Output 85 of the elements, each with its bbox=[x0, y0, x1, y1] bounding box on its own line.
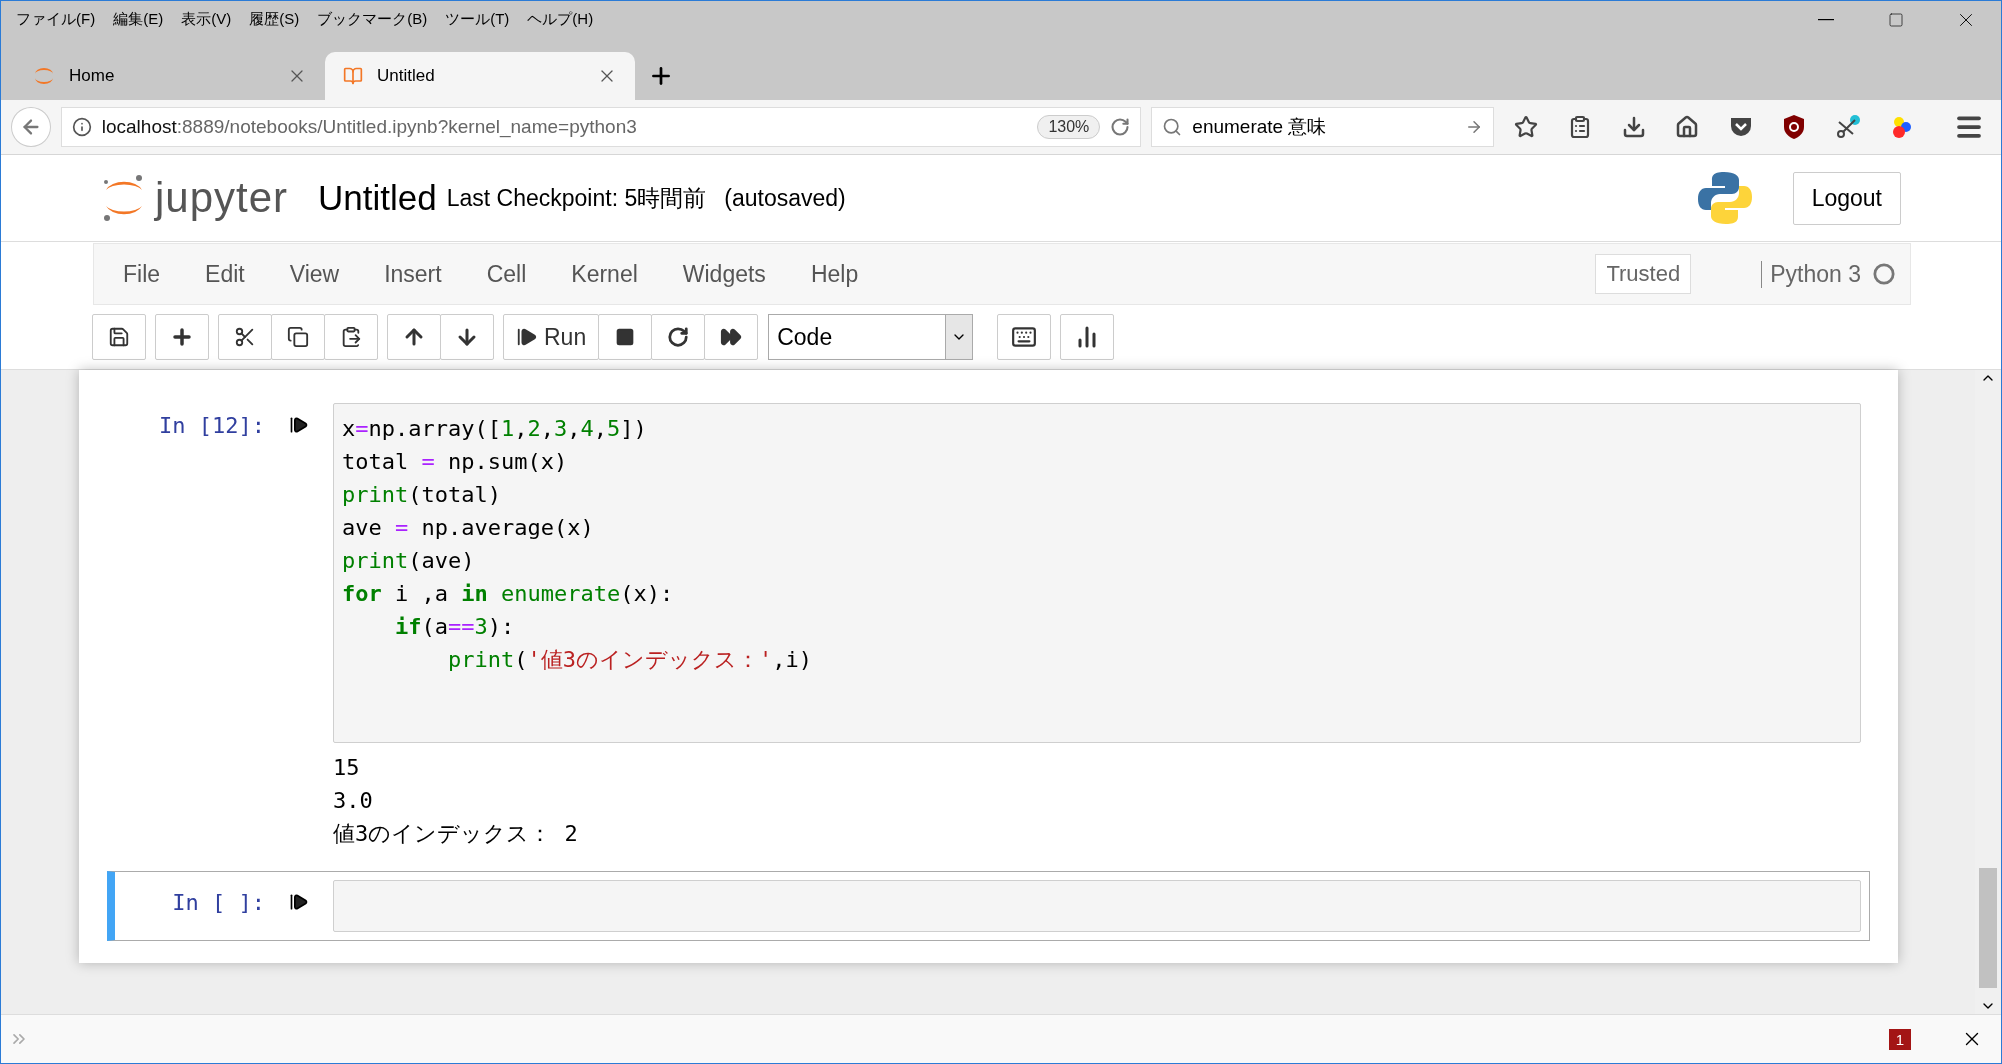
browser-tab[interactable]: Untitled bbox=[325, 52, 635, 100]
url-field[interactable]: localhost:8889/notebooks/Untitled.ipynb?kernel_name=python3 130% bbox=[60, 107, 1142, 147]
kernel-status-icon bbox=[1873, 263, 1895, 285]
menu-item[interactable]: ツール(T) bbox=[436, 10, 519, 29]
code-input[interactable] bbox=[333, 880, 1861, 932]
restart-button[interactable] bbox=[651, 314, 706, 360]
notebook-cell[interactable]: In [ ]: bbox=[107, 871, 1870, 941]
output-line: 値3のインデックス： 2 bbox=[333, 820, 579, 848]
scissors-icon bbox=[234, 326, 256, 348]
output-line: 3.0 bbox=[333, 787, 374, 815]
menu-item[interactable]: 履歴(S) bbox=[240, 10, 309, 29]
paste-icon bbox=[340, 326, 362, 348]
checkpoint-text: Last Checkpoint: 5時間前 bbox=[446, 183, 707, 213]
save-button[interactable] bbox=[92, 314, 146, 360]
logout-button[interactable]: Logout bbox=[1792, 171, 1901, 225]
restart-icon bbox=[667, 326, 690, 348]
run-cell-icon[interactable] bbox=[289, 415, 309, 435]
input-prompt: In [12]: bbox=[158, 412, 265, 438]
keyboard-icon bbox=[1011, 324, 1038, 350]
stop-button[interactable] bbox=[598, 314, 653, 360]
copy-icon bbox=[287, 326, 309, 348]
notebook-menu-item[interactable]: File bbox=[109, 260, 175, 288]
scroll-thumb[interactable] bbox=[1979, 868, 1997, 988]
autosave-text: (autosaved) bbox=[724, 184, 846, 212]
cut-button[interactable] bbox=[218, 314, 272, 360]
notebook-menu-item[interactable]: Insert bbox=[370, 260, 456, 288]
kernel-name[interactable]: Python 3 bbox=[1761, 260, 1861, 288]
tab-title: Untitled bbox=[377, 66, 436, 86]
notification-badge[interactable]: 1 bbox=[1888, 1028, 1911, 1050]
search-field[interactable]: enumerate 意味 bbox=[1151, 107, 1495, 147]
book-icon bbox=[343, 66, 363, 86]
code-input[interactable]: x=np.array([1,2,3,4,5]) total = np.sum(x) print(total) ave = np.average(x) print(ave) for i ,a in enumerate(x): if(a==3): print('値3のインデックス：',i) bbox=[333, 403, 1861, 743]
search-icon bbox=[1162, 117, 1183, 137]
code-line: print(total) bbox=[342, 481, 502, 509]
tab-title: Home bbox=[69, 66, 116, 86]
minimize-icon bbox=[1818, 18, 1834, 21]
fast-forward-button[interactable] bbox=[704, 314, 759, 360]
notebook-menu-item[interactable]: Widgets bbox=[668, 260, 780, 288]
output-line: 15 bbox=[333, 754, 361, 782]
notebook-menu-item[interactable]: Edit bbox=[191, 260, 259, 288]
move-down-button[interactable] bbox=[440, 314, 494, 360]
menu-item[interactable]: 編集(E) bbox=[104, 10, 173, 29]
notebook-menu-item[interactable]: Cell bbox=[472, 260, 541, 288]
step-forward-icon bbox=[516, 326, 538, 348]
back-button[interactable] bbox=[11, 107, 51, 147]
menu-item[interactable]: 表示(V) bbox=[172, 10, 241, 29]
insert-cell-button[interactable] bbox=[155, 314, 209, 360]
notebook-menu-item[interactable]: View bbox=[275, 260, 354, 288]
run-button[interactable]: Run bbox=[503, 314, 600, 360]
chart-button[interactable] bbox=[1060, 314, 1115, 360]
paste-button[interactable] bbox=[324, 314, 378, 360]
notebook-cell[interactable]: In [12]: x=np.array([1,2,3,4,5]) total = np.sum(x) print(total) ave = np.average(x) print(ave) for i ,a in enumerate(x): if(a==3): print('値3のインデックス：',i) 15 3.0 値3のインデックス： 2 bbox=[107, 394, 1870, 859]
notebook-menu-item[interactable]: Kernel bbox=[557, 260, 652, 288]
code-line: if(a==3): bbox=[393, 613, 516, 641]
menu-item[interactable]: ファイル(F) bbox=[7, 10, 105, 29]
code-line: print('値3のインデックス：',i) bbox=[446, 646, 813, 674]
url-text: localhost:8889/notebooks/Untitled.ipynb?kernel_name=python3 bbox=[101, 116, 638, 138]
reload-icon[interactable] bbox=[1110, 117, 1131, 137]
notebook-menu-item[interactable]: Help bbox=[796, 260, 873, 288]
info-icon bbox=[71, 117, 92, 137]
python-logo-icon bbox=[1696, 170, 1753, 226]
maximize-icon bbox=[1888, 11, 1904, 28]
zoom-level[interactable]: 130% bbox=[1037, 115, 1101, 139]
keyboard-button[interactable] bbox=[997, 314, 1052, 360]
code-line: for i ,a in enumerate(x): bbox=[342, 580, 675, 608]
code-line: total = np.sum(x) bbox=[342, 448, 569, 476]
code-line: ave = np.average(x) bbox=[342, 514, 595, 542]
menu-item[interactable]: ブックマーク(B) bbox=[308, 10, 437, 29]
search-text: enumerate 意味 bbox=[1192, 115, 1328, 139]
plus-icon bbox=[170, 325, 194, 349]
cell-type-select[interactable]: Code bbox=[768, 314, 974, 360]
move-up-button[interactable] bbox=[387, 314, 441, 360]
stop-icon bbox=[615, 327, 636, 347]
input-prompt: In [ ]: bbox=[171, 889, 265, 915]
code-line: print(ave) bbox=[342, 547, 476, 575]
copy-button[interactable] bbox=[271, 314, 325, 360]
run-cell-icon[interactable] bbox=[289, 892, 309, 912]
trusted-indicator[interactable]: Trusted bbox=[1595, 254, 1692, 294]
jupyter-logo-text[interactable]: jupyter bbox=[155, 174, 289, 222]
code-line: x=np.array([1,2,3,4,5]) bbox=[342, 415, 648, 443]
menu-item[interactable]: ヘルプ(H) bbox=[518, 10, 603, 29]
ring-icon bbox=[33, 65, 55, 87]
browser-tab[interactable]: Home bbox=[15, 52, 325, 100]
fast-forward-icon bbox=[720, 326, 743, 348]
notebook-title[interactable]: Untitled bbox=[318, 178, 437, 218]
